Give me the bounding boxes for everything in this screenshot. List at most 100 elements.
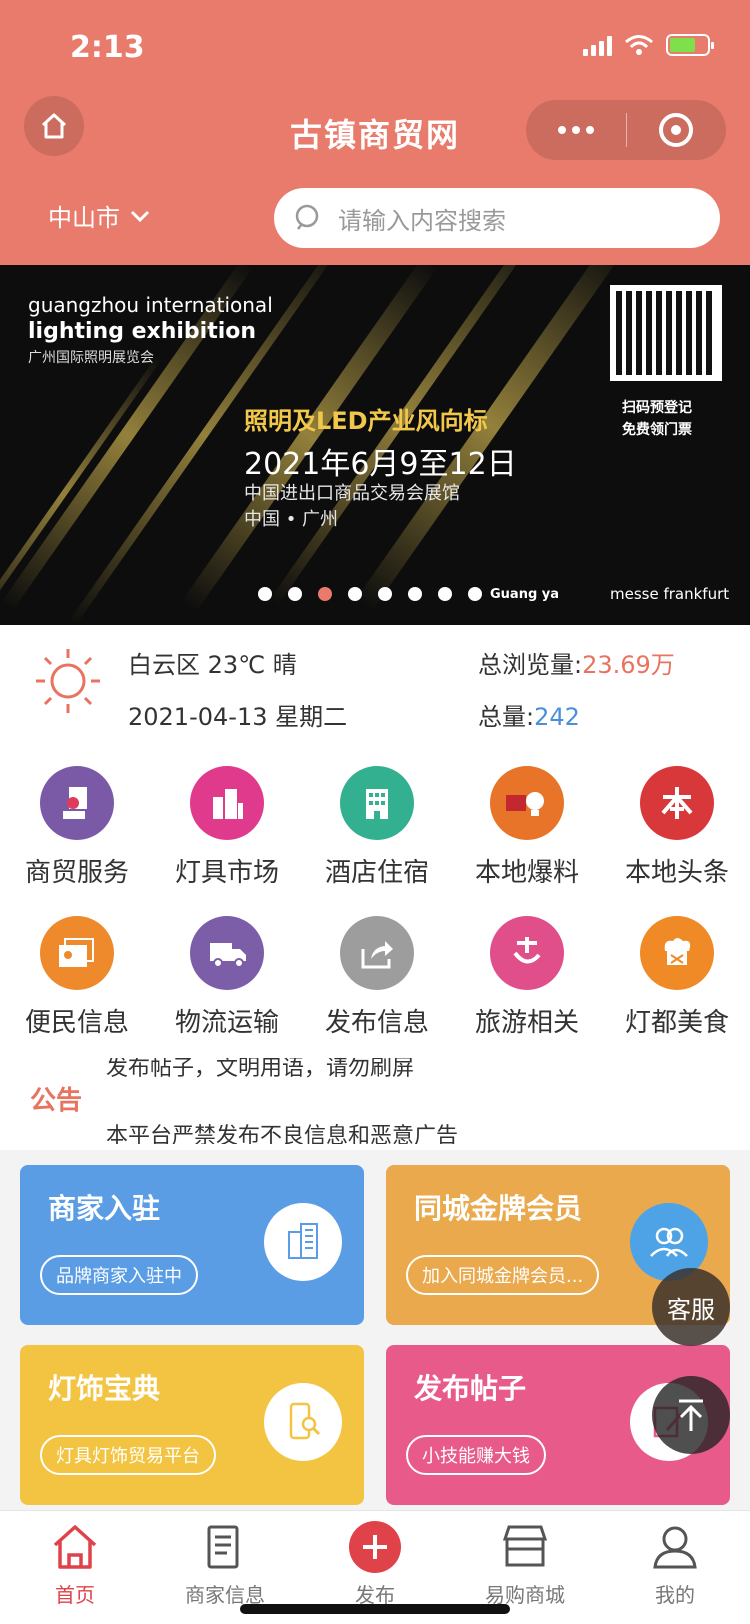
date-text: 2021-04-13 星期二 — [128, 703, 348, 731]
tab-publish[interactable]: 发布 — [300, 1519, 450, 1608]
card-merchant-join[interactable]: 商家入驻 品牌商家入驻中 — [20, 1165, 364, 1325]
share-icon — [340, 916, 414, 990]
total-label: 总量: — [478, 703, 535, 731]
app-page: 2:13 古镇商贸网 中山市 请输入内容搜索 guangzhou interna… — [0, 0, 750, 1624]
grid-label: 旅游相关 — [474, 1008, 579, 1038]
hotel-icon — [340, 766, 414, 840]
grid-item-business[interactable]: 商贸服务 — [2, 750, 152, 900]
grid-label: 发布信息 — [324, 1008, 429, 1038]
more-menu-icon[interactable] — [526, 126, 626, 134]
grid-label: 灯具市场 — [174, 858, 279, 888]
list-icon — [207, 1525, 239, 1569]
carousel-dot-active[interactable] — [318, 587, 332, 601]
carousel-dot[interactable] — [288, 587, 302, 601]
carousel-dot[interactable] — [348, 587, 362, 601]
search-input[interactable]: 请输入内容搜索 — [274, 188, 720, 248]
card-pill[interactable]: 品牌商家入驻中 — [40, 1255, 198, 1295]
card-lighting-guide[interactable]: 灯饰宝典 灯具灯饰贸易平台 — [20, 1345, 364, 1505]
carousel-dot[interactable] — [408, 587, 422, 601]
building-icon — [190, 766, 264, 840]
grid-item-local-news[interactable]: 本地爆料 — [452, 750, 602, 900]
tab-me[interactable]: 我的 — [600, 1519, 750, 1608]
tab-mall[interactable]: 易购商城 — [450, 1519, 600, 1608]
grid-item-convenience[interactable]: 便民信息 — [2, 900, 152, 1050]
carousel-dot[interactable] — [378, 587, 392, 601]
info-card-icon — [40, 916, 114, 990]
sponsor-logo-guangya: Guang ya — [490, 587, 560, 602]
back-to-top-button[interactable] — [652, 1376, 730, 1454]
weather-text: 白云区 23℃ 晴 — [128, 651, 297, 679]
banner-slogan: 照明及LED产业风向标 — [244, 407, 488, 435]
total-views-value: 23.69万 — [582, 651, 675, 679]
wifi-icon — [625, 35, 653, 55]
search-placeholder: 请输入内容搜索 — [338, 206, 506, 235]
arrow-up-icon — [679, 1399, 703, 1431]
banner-en-line1: guangzhou international — [28, 293, 273, 317]
card-pill[interactable]: 加入同城金牌会员... — [406, 1255, 600, 1295]
customer-service-button[interactable]: 客服 — [652, 1268, 730, 1346]
close-mini-program-button[interactable] — [627, 113, 727, 147]
header: 2:13 古镇商贸网 中山市 请输入内容搜索 — [0, 0, 750, 265]
notice-line: 本平台严禁发布不良信息和恶意广告 — [106, 1124, 459, 1144]
feature-cards: 商家入驻 品牌商家入驻中 同城金牌会员 加入同城金牌会员... 灯饰宝典 灯具灯… — [0, 1150, 750, 1510]
total-value: 242 — [534, 703, 580, 731]
grid-label: 灯都美食 — [624, 1008, 729, 1038]
sun-icon — [36, 649, 100, 713]
qr-caption-1: 扫码预登记 — [622, 400, 692, 416]
battery-icon — [666, 34, 714, 56]
bulb-news-icon — [490, 766, 564, 840]
banner-date: 2021年6月9至12日 — [244, 447, 517, 482]
carousel-dot[interactable] — [438, 587, 452, 601]
user-icon — [653, 1526, 697, 1569]
grid-item-lamp-market[interactable]: 灯具市场 — [152, 750, 302, 900]
grid-item-headline[interactable]: 本地头条 — [602, 750, 750, 900]
sponsor-logo-messe: messe frankfurt — [610, 585, 730, 603]
card-title: 商家入驻 — [48, 1192, 161, 1225]
search-icon — [295, 204, 319, 230]
headline-icon — [640, 766, 714, 840]
total-count: 总量:242 — [478, 697, 580, 732]
banner-carousel[interactable]: guangzhou international lighting exhibit… — [0, 265, 750, 625]
grid-item-food[interactable]: 灯都美食 — [602, 900, 750, 1050]
grid-item-publish-info[interactable]: 发布信息 — [302, 900, 452, 1050]
business-person-icon — [40, 766, 114, 840]
total-views-label: 总浏览量: — [478, 651, 583, 679]
grid-label: 商贸服务 — [24, 858, 129, 888]
target-icon — [659, 113, 694, 147]
home-indicator — [240, 1604, 510, 1614]
home-icon — [53, 1525, 97, 1569]
truck-icon — [190, 916, 264, 990]
grid-label: 本地爆料 — [474, 858, 579, 888]
chevron-down-icon — [130, 210, 150, 222]
qr-caption-2: 免费领门票 — [622, 422, 692, 438]
notice-bar[interactable]: 公告 发布帖子，文明用语，请勿刷屏 本平台严禁发布不良信息和恶意广告 — [0, 1058, 750, 1144]
grid-item-logistics[interactable]: 物流运输 — [152, 900, 302, 1050]
card-title: 同城金牌会员 — [414, 1192, 583, 1225]
card-pill[interactable]: 小技能赚大钱 — [406, 1435, 546, 1475]
grid-label: 酒店住宿 — [324, 858, 429, 888]
tab-merchant-info[interactable]: 商家信息 — [150, 1519, 300, 1608]
plus-icon — [349, 1521, 401, 1573]
banner-en-line2: lighting exhibition — [28, 319, 257, 344]
grid-label: 物流运输 — [174, 1008, 279, 1038]
city-selector[interactable]: 中山市 — [48, 198, 150, 233]
grid-item-hotel[interactable]: 酒店住宿 — [302, 750, 452, 900]
travel-icon — [490, 916, 564, 990]
status-icons — [583, 34, 714, 56]
banner-cn-name: 广州国际照明展览会 — [28, 350, 154, 366]
tab-home[interactable]: 首页 — [0, 1519, 150, 1608]
notice-line: 发布帖子，文明用语，请勿刷屏 — [106, 1058, 415, 1081]
notice-tag: 公告 — [30, 1086, 83, 1116]
tab-label: 首页 — [55, 1583, 95, 1607]
card-title: 发布帖子 — [414, 1372, 527, 1405]
carousel-dot[interactable] — [258, 587, 272, 601]
banner-venue: 中国进出口商品交易会展馆 — [244, 483, 460, 504]
carousel-indicators — [258, 587, 482, 601]
card-pill[interactable]: 灯具灯饰贸易平台 — [40, 1435, 216, 1475]
carousel-dot[interactable] — [468, 587, 482, 601]
building-card-icon — [264, 1203, 342, 1281]
tab-label: 我的 — [655, 1583, 695, 1607]
banner-city: 中国 • 广州 — [244, 509, 339, 530]
grid-item-travel[interactable]: 旅游相关 — [452, 900, 602, 1050]
shop-icon — [502, 1525, 548, 1567]
